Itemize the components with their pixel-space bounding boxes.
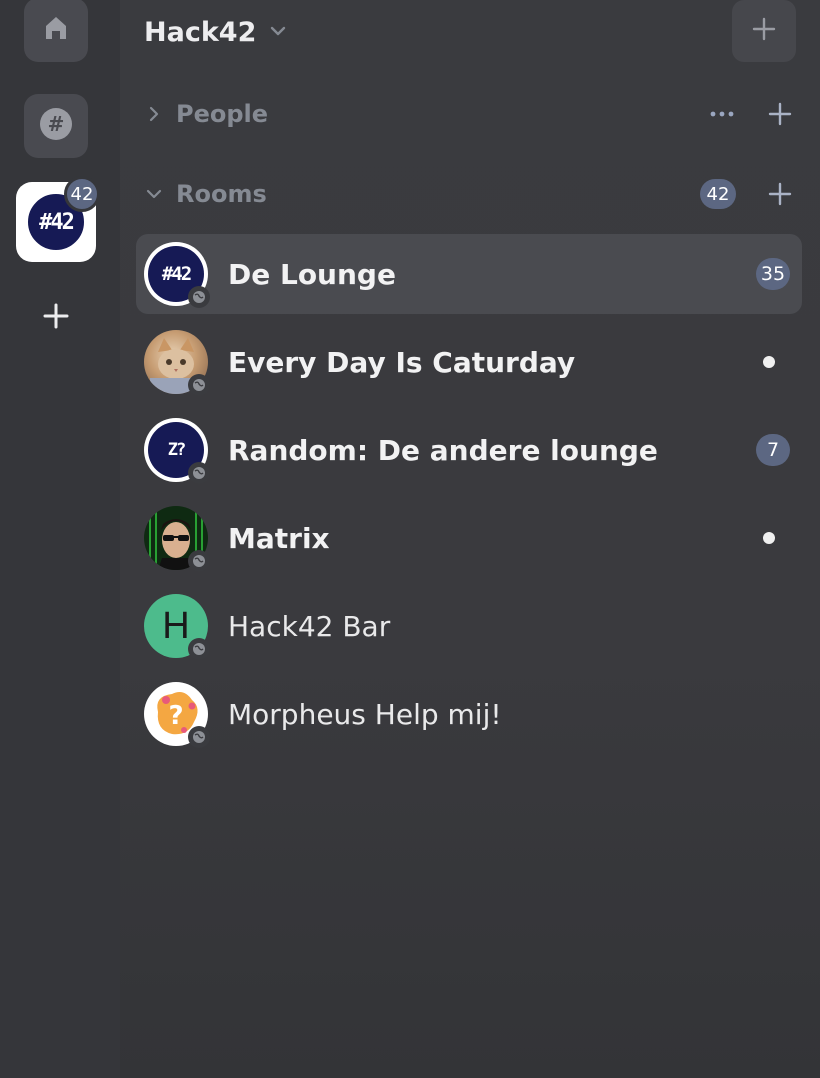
plus-icon <box>43 303 69 333</box>
room-row[interactable]: Z? Random: De andere lounge 7 <box>136 410 802 490</box>
section-label: People <box>176 100 269 128</box>
globe-icon <box>188 462 210 484</box>
room-list-panel: Hack42 People Rooms 42 #42 De Lounge 35 … <box>120 0 820 1078</box>
plus-icon <box>752 17 776 45</box>
add-room-in-section-button[interactable] <box>766 180 794 208</box>
add-room-button[interactable] <box>732 0 796 62</box>
room-name: Every Day Is Caturday <box>228 345 576 379</box>
people-section-header[interactable]: People <box>144 92 794 136</box>
space-menu-button[interactable]: Hack42 <box>144 10 288 54</box>
room-row[interactable]: H Hack42 Bar <box>136 586 802 666</box>
hash-icon: # <box>39 107 73 145</box>
space-title: Hack42 <box>144 16 257 48</box>
space-unread-badge: 42 <box>64 176 100 212</box>
room-name: Matrix <box>228 521 330 555</box>
more-options-button[interactable] <box>708 100 736 128</box>
home-icon <box>40 12 72 48</box>
globe-icon <box>188 726 210 748</box>
unread-count-badge: 7 <box>756 434 790 466</box>
chevron-down-icon <box>144 184 164 204</box>
svg-text:#: # <box>48 112 65 136</box>
room-name: De Lounge <box>228 257 396 291</box>
svg-text:?: ? <box>168 701 183 731</box>
globe-icon <box>188 286 210 308</box>
section-label: Rooms <box>176 180 267 208</box>
home-button[interactable] <box>24 0 88 62</box>
unread-dot <box>763 356 775 368</box>
add-person-button[interactable] <box>766 100 794 128</box>
rooms-unread-badge: 42 <box>700 179 736 209</box>
globe-icon <box>188 550 210 572</box>
unread-dot <box>763 532 775 544</box>
space-rail: # #42 42 <box>0 0 120 1078</box>
room-row[interactable]: #42 De Lounge 35 <box>136 234 802 314</box>
room-row[interactable]: Matrix <box>136 498 802 578</box>
create-space-button[interactable] <box>36 298 76 338</box>
chevron-down-icon <box>268 17 288 48</box>
room-row[interactable]: Every Day Is Caturday <box>136 322 802 402</box>
room-row[interactable]: ? Morpheus Help mij! <box>136 674 802 754</box>
plus-icon <box>768 182 792 206</box>
globe-icon <box>188 374 210 396</box>
plus-icon <box>768 102 792 126</box>
room-name: Hack42 Bar <box>228 609 391 643</box>
globe-icon <box>188 638 210 660</box>
room-name: Morpheus Help mij! <box>228 697 502 731</box>
explore-rooms-button[interactable]: # <box>24 94 88 158</box>
room-name: Random: De andere lounge <box>228 433 658 467</box>
chevron-right-icon <box>144 104 164 124</box>
rooms-section-header[interactable]: Rooms 42 <box>144 172 794 216</box>
unread-count-badge: 35 <box>756 258 790 290</box>
